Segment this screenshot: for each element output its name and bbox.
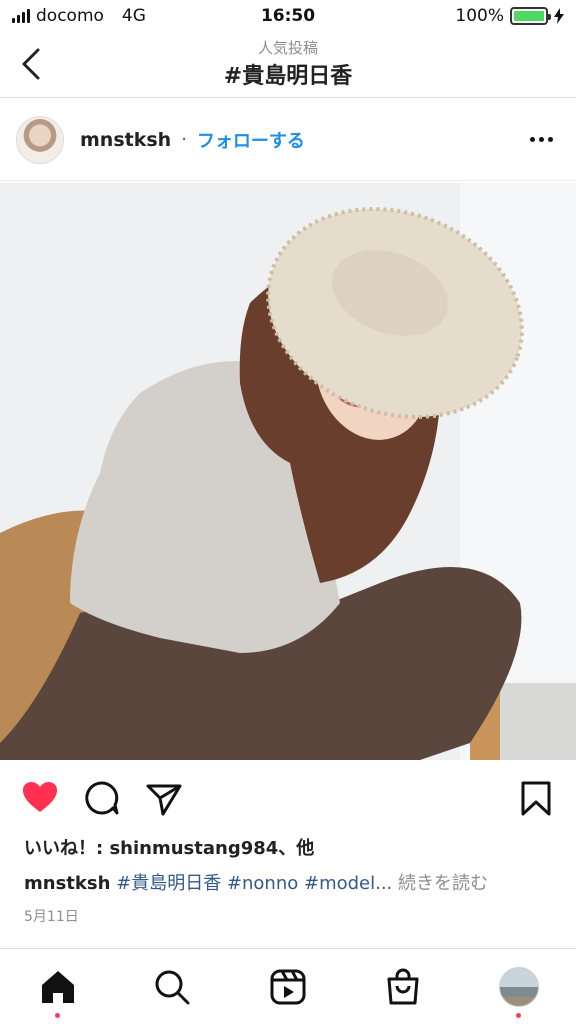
status-left: docomo 4G bbox=[12, 6, 146, 26]
reels-icon[interactable] bbox=[268, 967, 308, 1007]
heart-icon[interactable] bbox=[20, 778, 60, 818]
paper-plane-icon[interactable] bbox=[144, 778, 184, 818]
read-more-link[interactable]: 続きを読む bbox=[398, 873, 488, 894]
status-bar: docomo 4G 16:50 100% bbox=[0, 0, 576, 32]
profile-avatar[interactable] bbox=[499, 967, 539, 1007]
status-right: 100% bbox=[455, 6, 564, 26]
home-icon[interactable] bbox=[38, 967, 78, 1007]
shop-icon[interactable] bbox=[383, 967, 423, 1007]
post-actions bbox=[0, 770, 576, 822]
signal-icon bbox=[12, 9, 30, 23]
post-header: mnstksh · フォローする bbox=[0, 99, 576, 181]
home-notification-dot bbox=[55, 1013, 60, 1018]
follow-button[interactable]: フォローする bbox=[197, 127, 305, 153]
post-photo-illustration bbox=[0, 183, 576, 760]
post-date: 5月11日 bbox=[24, 909, 79, 925]
header-subtitle: 人気投稿 bbox=[257, 39, 318, 57]
battery-percent: 100% bbox=[455, 6, 504, 26]
separator-dot: · bbox=[181, 129, 187, 150]
post-photo[interactable] bbox=[0, 183, 576, 760]
charging-bolt-icon bbox=[554, 8, 564, 24]
bottom-tab-bar bbox=[0, 948, 576, 1024]
navigation-header: 人気投稿 #貴島明日香 bbox=[0, 32, 576, 98]
more-horizontal-icon[interactable] bbox=[530, 129, 556, 149]
carrier-label: docomo bbox=[36, 6, 104, 26]
post-caption: mnstksh #貴島明日香 #nonno #model... 続きを読む bbox=[24, 869, 488, 895]
battery-icon bbox=[510, 7, 551, 25]
avatar[interactable] bbox=[16, 115, 64, 164]
caption-username[interactable]: mnstksh bbox=[24, 873, 110, 894]
profile-notification-dot bbox=[516, 1013, 521, 1018]
battery-fill bbox=[514, 11, 544, 21]
comment-icon[interactable] bbox=[82, 778, 122, 818]
search-icon[interactable] bbox=[152, 967, 192, 1007]
post-username[interactable]: mnstksh bbox=[80, 129, 171, 151]
caption-hashtags[interactable]: #貴島明日香 #nonno #model... bbox=[116, 873, 392, 894]
page-title: #貴島明日香 bbox=[223, 64, 353, 89]
likes-text[interactable]: いいね！: shinmustang984、他 bbox=[24, 834, 314, 860]
bookmark-icon[interactable] bbox=[516, 778, 556, 818]
network-label: 4G bbox=[121, 6, 146, 26]
